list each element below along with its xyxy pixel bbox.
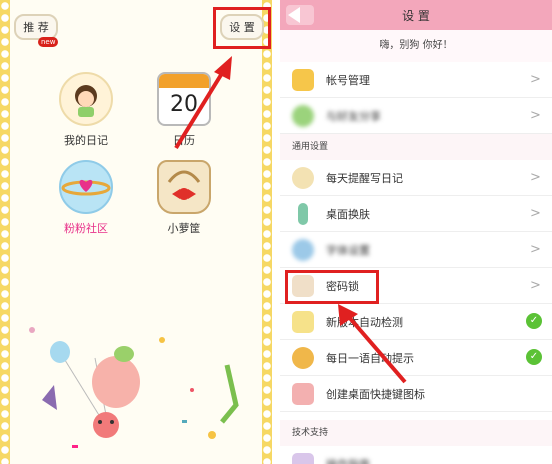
section-general-header: 通用设置 bbox=[280, 134, 552, 160]
paint-tube-icon bbox=[298, 203, 308, 225]
page-title: 设 置 bbox=[402, 9, 430, 23]
nav-bar: 设 置 bbox=[280, 0, 552, 30]
row-share[interactable]: 与好友分享 > bbox=[280, 98, 552, 134]
row-account-management[interactable]: 帐号管理 > bbox=[280, 62, 552, 98]
chevron-right-icon: > bbox=[530, 206, 541, 221]
row-font-settings[interactable]: 字体设置 > bbox=[280, 232, 552, 268]
chevron-right-icon: > bbox=[530, 108, 541, 123]
row-label: 每天提醒写日记 bbox=[326, 172, 403, 185]
row-label: 字体设置 bbox=[326, 244, 370, 257]
row-label: 帐号管理 bbox=[326, 74, 370, 87]
alarm-clock-icon bbox=[292, 167, 314, 189]
row-daily-reminder[interactable]: 每天提醒写日记 > bbox=[280, 160, 552, 196]
app-label: 粉粉社区 bbox=[64, 222, 108, 235]
decorative-illustration bbox=[29, 327, 239, 448]
account-icon bbox=[292, 69, 314, 91]
app-label: 小萝筐 bbox=[167, 222, 201, 235]
row-desktop-skin[interactable]: 桌面换肤 > bbox=[280, 196, 552, 232]
chevron-right-icon: > bbox=[530, 170, 541, 185]
chevron-right-icon: > bbox=[530, 242, 541, 257]
chevron-right-icon: > bbox=[530, 72, 541, 87]
annotation-arrow bbox=[338, 304, 407, 384]
row-label: 桌面换肤 bbox=[326, 208, 370, 221]
font-icon bbox=[292, 239, 314, 261]
row-label: 操作指南 bbox=[326, 456, 370, 464]
guide-icon bbox=[292, 453, 314, 464]
greeting-text: 嗨，别狗 你好！ bbox=[280, 30, 552, 63]
home-screen: 推 荐 new 设 置 我的日记 20 日历 粉粉社区 小萝筐 bbox=[0, 0, 272, 464]
row-guide[interactable]: 操作指南 bbox=[280, 446, 552, 464]
panel-divider bbox=[272, 0, 280, 464]
annotation-arrow bbox=[174, 56, 232, 150]
row-label: 与好友分享 bbox=[326, 110, 381, 123]
share-icon bbox=[292, 105, 314, 127]
section-support-header: 技术支持 bbox=[280, 420, 552, 446]
settings-screen: 设 置 嗨，别狗 你好！ 帐号管理 > 与好友分享 > 通用设置 每天提醒写日记… bbox=[280, 0, 552, 464]
